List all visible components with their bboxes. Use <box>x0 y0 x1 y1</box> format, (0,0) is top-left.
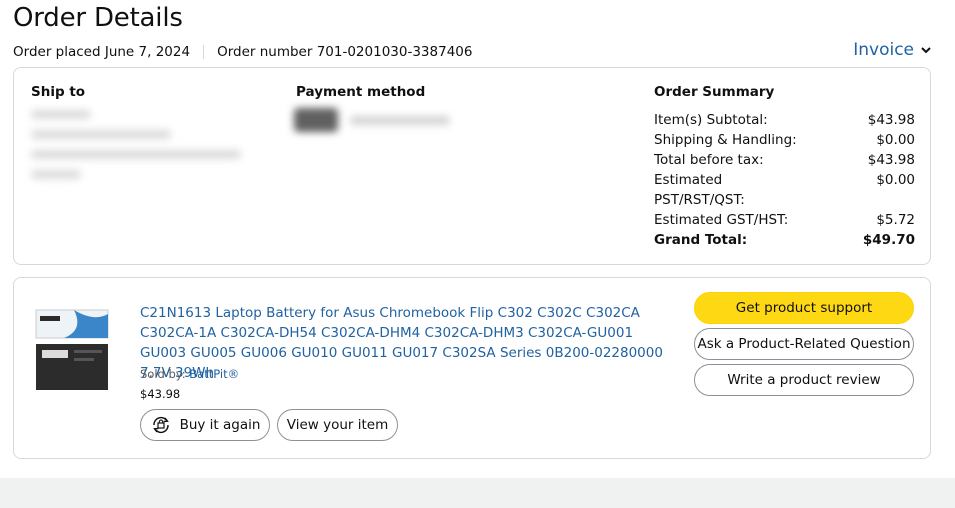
invoice-label: Invoice <box>853 40 914 60</box>
summary-label: Estimated GST/HST: <box>654 212 789 228</box>
summary-row: Shipping & Handling: $0.00 <box>654 130 915 150</box>
get-product-support-label: Get product support <box>735 300 873 316</box>
ship-to-address-redacted <box>31 110 261 190</box>
payment-card-redacted <box>294 108 464 134</box>
chevron-down-icon <box>921 47 931 54</box>
payment-method-heading: Payment method <box>296 84 426 100</box>
reorder-icon <box>152 416 169 434</box>
summary-value: $0.00 <box>876 172 915 188</box>
page-footer-band <box>0 478 955 508</box>
write-review-label: Write a product review <box>727 372 881 388</box>
ship-to-heading: Ship to <box>31 84 86 100</box>
view-your-item-label: View your item <box>286 417 389 433</box>
summary-label: Item(s) Subtotal: <box>654 112 768 128</box>
product-image[interactable] <box>34 308 110 394</box>
item-price: $43.98 <box>140 387 181 401</box>
summary-row: Estimated PST/RST/QST: $0.00 <box>654 170 915 210</box>
buy-it-again-button[interactable]: Buy it again <box>140 409 270 441</box>
seller-link[interactable]: BattPit® <box>189 367 239 381</box>
get-product-support-button[interactable]: Get product support <box>694 292 914 324</box>
order-summary-list: Item(s) Subtotal: $43.98 Shipping & Hand… <box>654 110 915 250</box>
order-meta: Order placed June 7, 2024 Order number 7… <box>13 44 472 60</box>
order-summary-heading: Order Summary <box>654 84 775 100</box>
summary-value: $43.98 <box>867 112 915 128</box>
sold-by-prefix: Sold by: <box>140 367 186 381</box>
summary-label: Shipping & Handling: <box>654 132 797 148</box>
order-item-box: C21N1613 Laptop Battery for Asus Chromeb… <box>13 277 931 459</box>
summary-value: $0.00 <box>876 132 915 148</box>
summary-value: $5.72 <box>876 212 915 228</box>
write-review-button[interactable]: Write a product review <box>694 364 914 396</box>
page-title: Order Details <box>13 3 183 33</box>
sold-by: Sold by: BattPit® <box>140 367 239 381</box>
summary-row: Total before tax: $43.98 <box>654 150 915 170</box>
summary-label: Total before tax: <box>654 152 764 168</box>
ask-question-button[interactable]: Ask a Product-Related Question <box>694 328 914 360</box>
order-number: Order number 701-0201030-3387406 <box>217 44 473 60</box>
view-your-item-button[interactable]: View your item <box>277 409 398 441</box>
summary-row: Estimated GST/HST: $5.72 <box>654 210 915 230</box>
summary-label: Grand Total: <box>654 232 748 248</box>
invoice-dropdown[interactable]: Invoice <box>853 40 932 60</box>
ask-question-label: Ask a Product-Related Question <box>697 336 911 352</box>
summary-value: $43.98 <box>867 152 915 168</box>
meta-divider <box>203 45 205 59</box>
order-placed-date: Order placed June 7, 2024 <box>13 44 191 60</box>
buy-it-again-label: Buy it again <box>179 417 261 433</box>
summary-value: $49.70 <box>862 232 915 248</box>
summary-row: Item(s) Subtotal: $43.98 <box>654 110 915 130</box>
order-info-box: Ship to Payment method Order Summary Ite… <box>13 67 931 265</box>
grand-total-row: Grand Total: $49.70 <box>654 230 915 250</box>
summary-label: Estimated PST/RST/QST: <box>654 172 745 208</box>
